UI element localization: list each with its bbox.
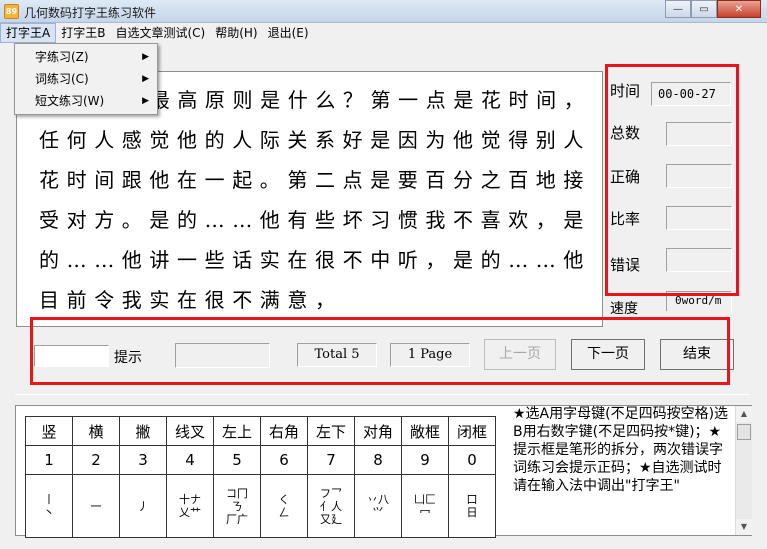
menu-help[interactable]: 帮助(H): [210, 23, 262, 43]
tips-text: ★选A用字母键(不足四码按空格)选B用右数字键(不足四码按*键)；★提示框是笔形…: [513, 406, 729, 494]
key-header: 撇: [119, 416, 167, 446]
key-header: 线叉: [166, 416, 214, 446]
ratio-label: 比率: [610, 210, 641, 228]
key-number: 6: [260, 445, 308, 475]
key-shapes: く ㄥ: [260, 474, 308, 538]
correct-label: 正确: [610, 168, 641, 186]
error-label: 错误: [610, 256, 641, 274]
key-shapes: 丿: [119, 474, 167, 538]
key-number: 2: [72, 445, 120, 475]
stroke-key-table: 竖 横 撇 线叉 左上 右角 左下 对角 敞框 闭框 1 2 3 4 5 6 7…: [25, 416, 496, 538]
maximize-button[interactable]: ▭: [691, 0, 717, 18]
key-header: 闭框: [448, 416, 496, 446]
submenu-arrow-icon: ▶: [142, 96, 149, 106]
window-controls: — ▭ ✕: [665, 0, 761, 18]
title-bar: 89 几何数码打字王练习软件 — ▭ ✕: [0, 0, 767, 23]
hint-field: [175, 343, 270, 368]
ratio-field: [666, 206, 732, 230]
key-shapes: フ乛 亻人 又廴: [307, 474, 355, 538]
scroll-thumb[interactable]: [737, 424, 751, 440]
current-page-display: 1 Page: [390, 343, 470, 367]
key-header: 右角: [260, 416, 308, 446]
passage-text: 相处的最高原则是什么？第一点是花时间，任何人感觉他的人际关系好是因为他觉得别人花…: [39, 88, 592, 312]
key-shapes: 一: [72, 474, 120, 538]
menu-item-char-practice[interactable]: 字练习(Z) ▶: [15, 46, 157, 68]
minimize-button[interactable]: —: [665, 0, 691, 18]
key-header: 竖: [25, 416, 73, 446]
key-header: 左上: [213, 416, 261, 446]
menu-typing-king-a[interactable]: 打字王A: [0, 23, 57, 43]
key-number: 7: [307, 445, 355, 475]
scroll-down-icon[interactable]: ▼: [736, 519, 752, 535]
scroll-up-icon[interactable]: ▲: [736, 406, 752, 422]
key-number: 8: [354, 445, 402, 475]
divider: [15, 394, 750, 395]
typing-input[interactable]: [34, 345, 109, 367]
key-number: 3: [119, 445, 167, 475]
key-shapes: 口 日: [448, 474, 496, 538]
total-pages-display: Total 5: [297, 343, 377, 367]
menu-exit[interactable]: 退出(E): [263, 23, 314, 43]
menu-item-word-practice[interactable]: 词练习(C) ▶: [15, 68, 157, 90]
key-number: 4: [166, 445, 214, 475]
menu-bar: 打字王A 打字王B 自选文章测试(C) 帮助(H) 退出(E): [0, 23, 767, 43]
menu-typing-king-b[interactable]: 打字王B: [56, 23, 110, 43]
key-shapes: 丨 丶: [25, 474, 73, 538]
tips-scrollbar[interactable]: ▲ ▼: [735, 406, 752, 535]
time-label: 时间: [610, 82, 641, 100]
key-header: 敞框: [401, 416, 449, 446]
hint-label: 提示: [114, 350, 142, 366]
menu-item-label: 词练习(C): [35, 72, 89, 86]
total-field: [666, 122, 732, 146]
key-header: 左下: [307, 416, 355, 446]
error-field: [666, 248, 732, 272]
key-shapes: 凵匚 冖: [401, 474, 449, 538]
menu-item-label: 短文练习(W): [35, 94, 105, 108]
key-shapes: コ冂 ㄋ 厂广: [213, 474, 261, 538]
total-label: 总数: [610, 124, 641, 142]
menu-custom-article-test[interactable]: 自选文章测试(C): [110, 23, 210, 43]
prev-page-button[interactable]: 上一页: [484, 339, 556, 370]
menu-item-article-practice[interactable]: 短文练习(W) ▶: [15, 90, 157, 112]
menu-item-label: 字练习(Z): [35, 50, 89, 64]
key-shapes: 丷八 ⺍: [354, 474, 402, 538]
key-number: 9: [401, 445, 449, 475]
window-title: 几何数码打字王练习软件: [24, 6, 157, 20]
key-number: 0: [448, 445, 496, 475]
submenu-arrow-icon: ▶: [142, 74, 149, 84]
app-icon: 89: [4, 4, 19, 19]
dropdown-menu-typing-king-a: 字练习(Z) ▶ 词练习(C) ▶ 短文练习(W) ▶: [14, 43, 158, 115]
speed-field: 0word/m: [666, 291, 732, 311]
key-shapes: 十ナ 乂艹: [166, 474, 214, 538]
time-value: 00-00-27: [658, 87, 716, 101]
close-button[interactable]: ✕: [717, 0, 761, 18]
submenu-arrow-icon: ▶: [142, 52, 149, 62]
next-page-button[interactable]: 下一页: [571, 339, 645, 370]
key-number: 1: [25, 445, 73, 475]
key-header: 横: [72, 416, 120, 446]
key-header: 对角: [354, 416, 402, 446]
key-number: 5: [213, 445, 261, 475]
correct-field: [666, 164, 732, 188]
time-field: 00-00-27: [651, 82, 731, 106]
speed-label: 速度: [610, 301, 638, 317]
end-button[interactable]: 结束: [660, 339, 734, 370]
speed-value: 0word/m: [675, 294, 722, 307]
